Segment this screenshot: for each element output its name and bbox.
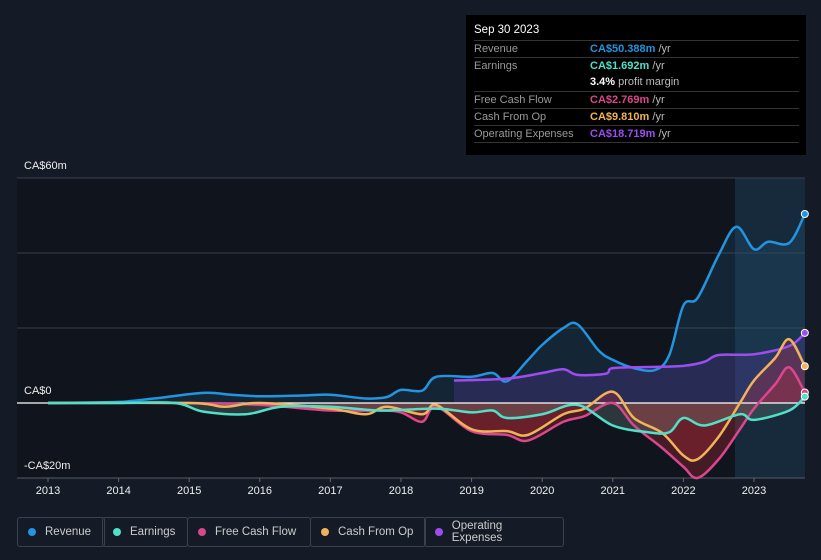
legend-dot-icon xyxy=(198,528,206,536)
x-tick-label: 2021 xyxy=(600,485,626,497)
tooltip-row: Cash From Op CA$9.810m /yr xyxy=(474,108,799,126)
tooltip-value: 3.4% profit margin xyxy=(590,76,679,88)
series-end-marker xyxy=(800,392,809,401)
x-tick-label: 2018 xyxy=(388,485,414,497)
x-tick-label: 2014 xyxy=(106,485,131,497)
legend-item-operating-expenses[interactable]: Operating Expenses xyxy=(424,517,564,547)
x-tick-label: 2022 xyxy=(671,485,696,497)
legend-dot-icon xyxy=(321,528,329,536)
tooltip-row: Operating Expenses CA$18.719m /yr xyxy=(474,125,799,143)
tooltip-value: CA$18.719m /yr xyxy=(590,128,671,140)
tooltip-unit: /yr xyxy=(649,94,665,106)
tooltip-unit: /yr xyxy=(655,43,671,55)
tooltip-label: Revenue xyxy=(474,43,519,55)
tooltip-label: Free Cash Flow xyxy=(474,94,552,106)
y-tick-label: -CA$20m xyxy=(24,460,71,472)
x-tick-label: 2016 xyxy=(247,485,273,497)
series-end-marker xyxy=(800,362,809,371)
series-end-marker xyxy=(800,210,809,218)
tooltip-value: CA$2.769m /yr xyxy=(590,94,665,106)
tooltip-value-text: CA$9.810m xyxy=(590,111,650,123)
x-tick-label: 2020 xyxy=(529,485,555,497)
tooltip-value-text: CA$50.388m xyxy=(590,43,656,55)
legend-label: Revenue xyxy=(45,526,92,538)
legend-dot-icon xyxy=(28,528,36,536)
legend-label: Free Cash Flow xyxy=(215,526,297,538)
series-end-marker xyxy=(800,328,809,337)
tooltip-label: Cash From Op xyxy=(474,111,547,123)
x-tick-label: 2015 xyxy=(176,485,202,497)
y-tick-label: CA$0 xyxy=(24,385,52,397)
tooltip-value: CA$50.388m /yr xyxy=(590,43,671,55)
x-tick-label: 2017 xyxy=(318,485,343,497)
tooltip-value: CA$1.692m /yr xyxy=(590,60,665,72)
legend-dot-icon xyxy=(113,528,121,536)
tooltip-label: Operating Expenses xyxy=(474,128,574,140)
tooltip-value-text: 3.4% xyxy=(590,76,616,88)
tooltip-unit: /yr xyxy=(649,60,665,72)
x-tick-label: 2023 xyxy=(741,485,767,497)
tooltip: Sep 30 2023 Revenue CA$50.388m /yr Earning… xyxy=(466,15,806,155)
chart-container: CA$60m CA$0 -CA$20m 2013 2014 2015 2016 2017… xyxy=(0,0,821,560)
tooltip-value: CA$9.810m /yr xyxy=(590,111,665,123)
legend-item-free-cash-flow[interactable]: Free Cash Flow xyxy=(187,517,311,547)
x-tick-label: 2013 xyxy=(35,485,61,497)
tooltip-date: Sep 30 2023 xyxy=(474,24,540,36)
y-tick-label: CA$60m xyxy=(24,160,67,172)
legend-dot-icon xyxy=(435,528,443,536)
tooltip-row: Earnings CA$1.692m /yr xyxy=(474,57,799,75)
legend-label: Cash From Op xyxy=(338,526,414,538)
tooltip-divider xyxy=(474,142,799,143)
legend-item-cash-from-op[interactable]: Cash From Op xyxy=(310,517,426,547)
legend-label: Earnings xyxy=(130,526,176,538)
tooltip-row: 3.4% profit margin xyxy=(474,74,799,91)
legend-item-revenue[interactable]: Revenue xyxy=(17,517,105,547)
legend-item-earnings[interactable]: Earnings xyxy=(102,517,188,547)
x-tick-label: 2019 xyxy=(459,485,484,497)
tooltip-unit: /yr xyxy=(655,128,671,140)
tooltip-unit: /yr xyxy=(649,111,665,123)
tooltip-row: Revenue CA$50.388m /yr xyxy=(474,40,799,58)
tooltip-row: Free Cash Flow CA$2.769m /yr xyxy=(474,91,799,109)
tooltip-label: Earnings xyxy=(474,60,518,72)
tooltip-value-text: CA$2.769m xyxy=(590,94,650,106)
tooltip-value-text: CA$1.692m xyxy=(590,60,650,72)
tooltip-value-text: CA$18.719m xyxy=(590,128,656,140)
tooltip-unit: profit margin xyxy=(615,76,680,88)
legend-label: Operating Expenses xyxy=(451,520,503,544)
